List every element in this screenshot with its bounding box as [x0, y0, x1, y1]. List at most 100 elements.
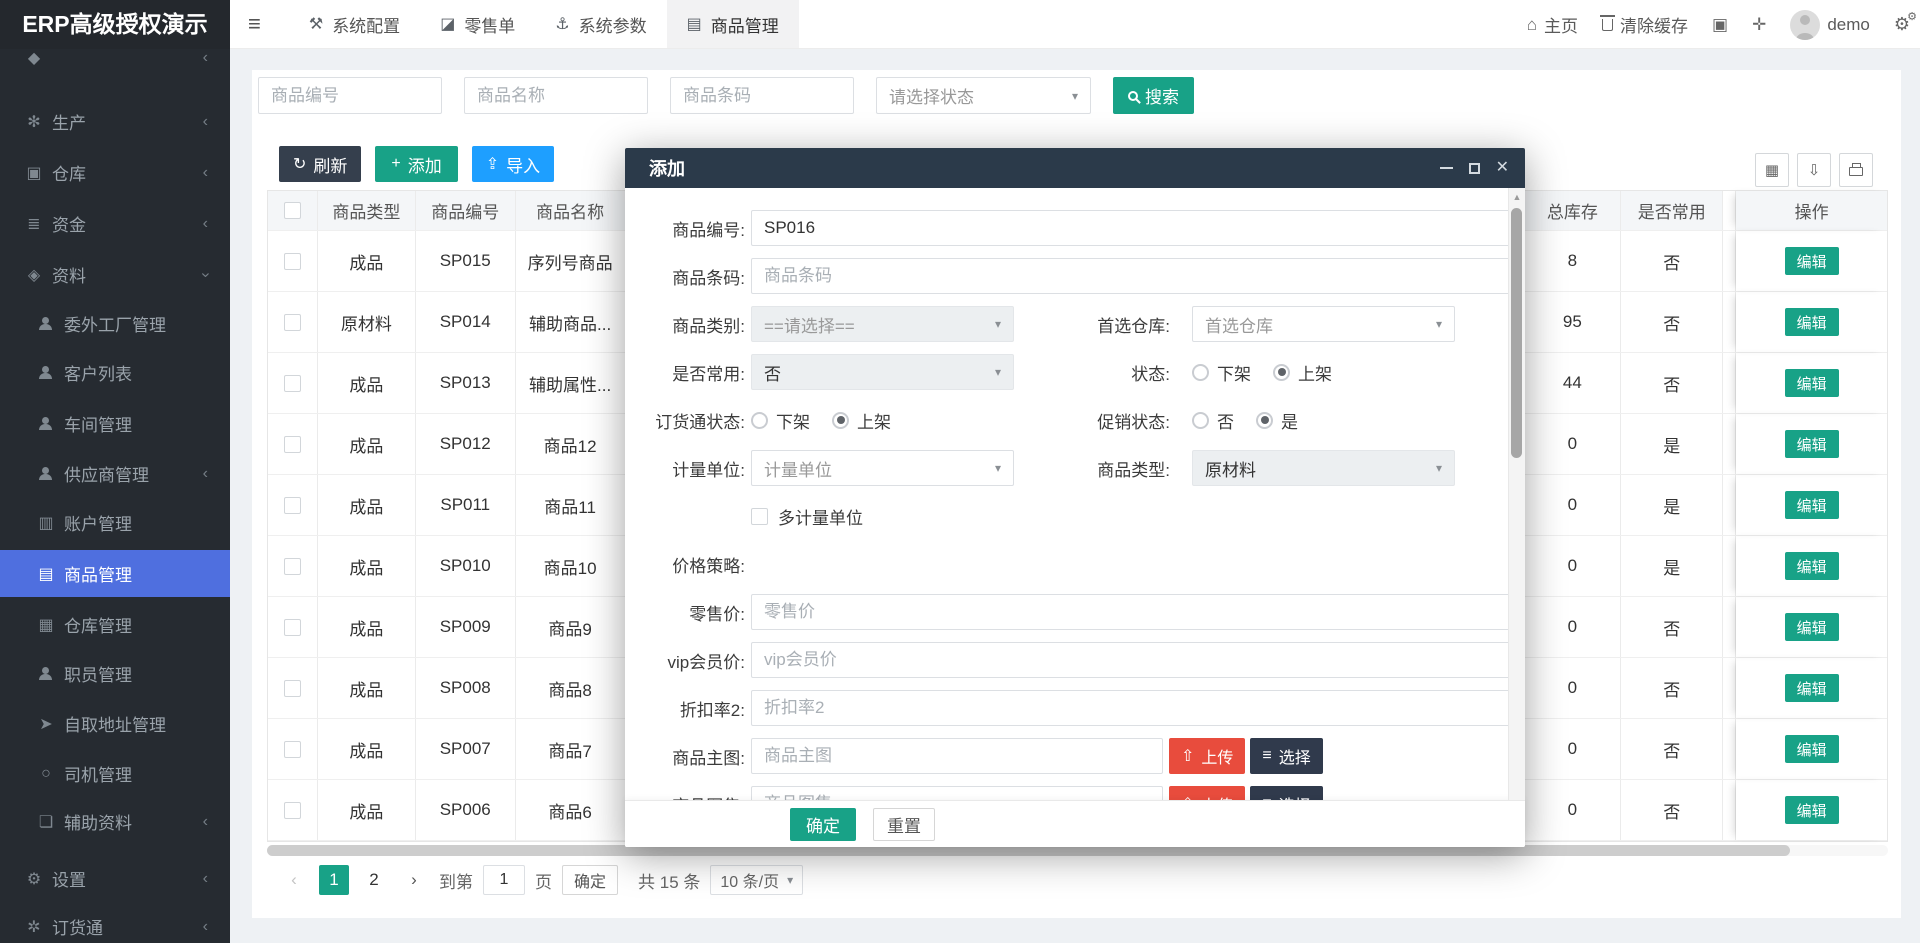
discount2-field[interactable] [751, 690, 1525, 726]
sidebar-item-warehouse[interactable]: ▣ 仓库 ‹ [0, 150, 230, 195]
tab-retail-order[interactable]: ◪ 零售单 [420, 0, 535, 48]
radio-on[interactable]: 是 [1256, 408, 1298, 433]
common-select[interactable]: 否 ▾ [751, 354, 1014, 390]
multi-unit-checkbox-row[interactable]: 多计量单位 [751, 504, 863, 529]
modal-header[interactable]: 添加 ✕ [625, 148, 1525, 188]
tab-product-management[interactable]: ▤ 商品管理 [667, 0, 799, 48]
product-code-field[interactable] [751, 210, 1525, 246]
sidebar-item-supplier[interactable]: 供应商管理 ‹ [0, 451, 230, 496]
row-checkbox[interactable] [284, 497, 301, 514]
edit-button[interactable]: 编辑 [1785, 491, 1839, 519]
unit-select[interactable]: 计量单位 ▾ [751, 450, 1014, 486]
upload-button[interactable]: ⇧ 上传 [1169, 786, 1245, 800]
edit-button[interactable]: 编辑 [1785, 308, 1839, 336]
settings-button[interactable]: ⚙⚙ [1894, 14, 1910, 35]
export-button[interactable]: ⇩ [1797, 153, 1831, 187]
fullscreen-button[interactable]: ✛ [1752, 15, 1766, 35]
edit-button[interactable]: 编辑 [1785, 430, 1839, 458]
row-checkbox[interactable] [284, 253, 301, 270]
edit-button[interactable]: 编辑 [1785, 796, 1839, 824]
per-page-select[interactable]: 10 条/页 ▾ [710, 865, 803, 895]
prev-page-button[interactable]: ‹ [279, 865, 309, 895]
edit-button[interactable]: 编辑 [1785, 552, 1839, 580]
home-button[interactable]: ⌂ 主页 [1527, 12, 1578, 37]
radio-on[interactable]: 上架 [1273, 360, 1332, 385]
category-select[interactable]: ==请选择== ▾ [751, 306, 1014, 342]
tab-system-config[interactable]: ⚒ 系统配置 [289, 0, 420, 48]
product-code-input[interactable] [258, 77, 442, 114]
next-page-button[interactable]: › [399, 865, 429, 895]
warehouse-select[interactable]: 首选仓库 ▾ [1192, 306, 1455, 342]
sidebar-item-settings[interactable]: ⚙ 设置 ‹ [0, 856, 230, 901]
edit-button[interactable]: 编辑 [1785, 735, 1839, 763]
sidebar-item-funds[interactable]: ≣ 资金 ‹ [0, 201, 230, 246]
radio-off[interactable]: 下架 [1192, 360, 1251, 385]
search-button[interactable]: 搜索 [1113, 77, 1194, 114]
tab-system-params[interactable]: ⚓ 系统参数 [535, 0, 666, 48]
sidebar-item-production[interactable]: ✻ 生产 ‹ [0, 99, 230, 144]
row-checkbox[interactable] [284, 741, 301, 758]
columns-toggle-button[interactable]: ▦ [1755, 153, 1789, 187]
multi-unit-checkbox[interactable] [751, 508, 768, 525]
upload-button[interactable]: ⇧ 上传 [1169, 738, 1245, 774]
edit-button[interactable]: 编辑 [1785, 247, 1839, 275]
sidebar-item-customer-list[interactable]: 客户列表 [0, 350, 230, 395]
row-checkbox[interactable] [284, 436, 301, 453]
close-icon[interactable]: ✕ [1496, 160, 1509, 176]
sidebar-item-staff[interactable]: 职员管理 [0, 651, 230, 696]
status-select[interactable]: 请选择状态 ▾ [876, 77, 1091, 114]
minimize-icon[interactable] [1440, 167, 1453, 169]
sidebar-item-driver[interactable]: ○ 司机管理 [0, 751, 230, 796]
scrollbar-thumb[interactable] [1511, 208, 1522, 458]
import-button[interactable]: ⇪ 导入 [472, 146, 554, 182]
select-all-checkbox[interactable] [284, 202, 301, 219]
sidebar-item-workshop[interactable]: 车间管理 [0, 401, 230, 446]
add-button[interactable]: + 添加 [375, 146, 457, 182]
row-checkbox[interactable] [284, 558, 301, 575]
row-checkbox[interactable] [284, 375, 301, 392]
sidebar-item-dinghuotong[interactable]: ✲ 订货通 ‹ [0, 904, 230, 943]
scroll-up-icon[interactable]: ▲ [1509, 192, 1525, 202]
confirm-button[interactable]: 确定 [790, 808, 856, 841]
sidebar-item-pickup-address[interactable]: ➤ 自取地址管理 [0, 701, 230, 746]
page-1-button[interactable]: 1 [319, 865, 349, 895]
page-2-button[interactable]: 2 [359, 865, 389, 895]
row-checkbox[interactable] [284, 619, 301, 636]
gallery-field[interactable] [751, 786, 1163, 800]
modal-scrollbar[interactable]: ▲ [1508, 188, 1525, 800]
barcode-input[interactable] [670, 77, 854, 114]
sidebar-item-auxiliary-data[interactable]: ❏ 辅助资料 ‹ [0, 799, 230, 844]
barcode-field[interactable] [751, 258, 1525, 294]
radio-on[interactable]: 上架 [832, 408, 891, 433]
row-checkbox[interactable] [284, 680, 301, 697]
user-menu[interactable]: demo [1790, 10, 1870, 40]
refresh-button[interactable]: ↻ 刷新 [279, 146, 361, 182]
maximize-icon[interactable] [1469, 163, 1480, 174]
row-checkbox[interactable] [284, 802, 301, 819]
sidebar-item-outsource-factory[interactable]: 委外工厂管理 [0, 301, 230, 346]
sidebar-item-warehouse-management[interactable]: ▦ 仓库管理 [0, 602, 230, 647]
edit-button[interactable]: 编辑 [1785, 369, 1839, 397]
sidebar-item-data[interactable]: ◈ 资料 ‹ [0, 252, 230, 297]
main-image-field[interactable] [751, 738, 1163, 774]
goto-page-input[interactable] [483, 865, 525, 895]
radio-off[interactable]: 下架 [751, 408, 810, 433]
reset-button[interactable]: 重置 [873, 808, 935, 841]
choose-button[interactable]: ≡ 选择 [1250, 786, 1322, 800]
retail-price-field[interactable] [751, 594, 1525, 630]
sidebar-item-partial[interactable]: ◆ ‹ [0, 49, 230, 80]
row-checkbox[interactable] [284, 314, 301, 331]
radio-off[interactable]: 否 [1192, 408, 1234, 433]
edit-button[interactable]: 编辑 [1785, 613, 1839, 641]
product-type-select[interactable]: 原材料 ▾ [1192, 450, 1455, 486]
hamburger-icon[interactable]: ≡ [248, 11, 261, 37]
goto-confirm-button[interactable]: 确定 [562, 865, 618, 895]
lock-screen-button[interactable]: ▣ [1712, 15, 1728, 35]
print-button[interactable] [1839, 153, 1873, 187]
choose-button[interactable]: ≡ 选择 [1250, 738, 1322, 774]
vip-price-field[interactable] [751, 642, 1525, 678]
sidebar-item-product-management[interactable]: ▤ 商品管理 [0, 550, 230, 597]
sidebar-item-account[interactable]: ▥ 账户管理 [0, 500, 230, 545]
edit-button[interactable]: 编辑 [1785, 674, 1839, 702]
clear-cache-button[interactable]: 清除缓存 [1602, 12, 1688, 37]
